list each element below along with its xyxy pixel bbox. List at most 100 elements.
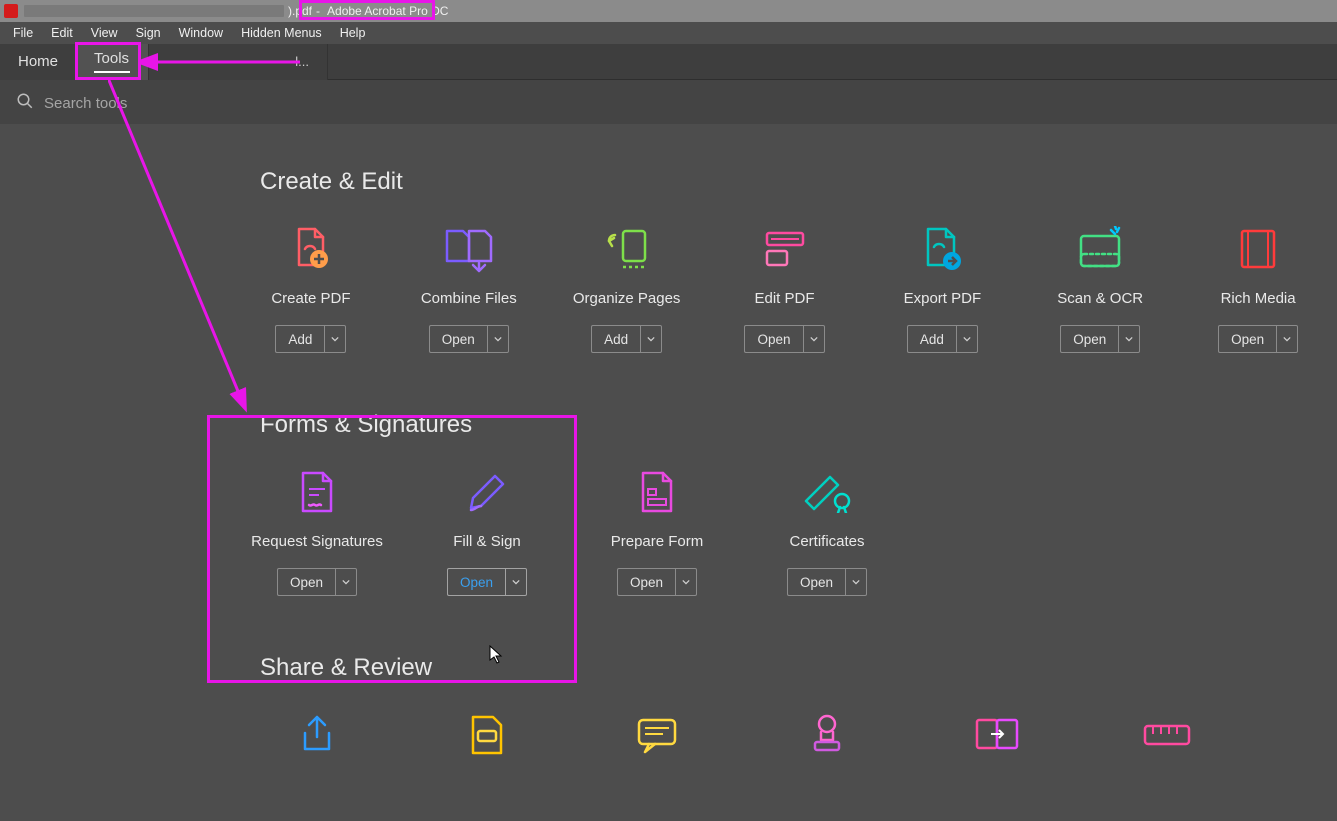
tool-action-button[interactable]: Open: [744, 325, 824, 353]
measure-icon: [1139, 710, 1195, 760]
menu-window[interactable]: Window: [170, 24, 232, 42]
document-title-area: [24, 5, 284, 17]
tool-action-button[interactable]: Open: [617, 568, 697, 596]
tool-scan-ocr[interactable]: Scan & OCR Open: [1021, 224, 1179, 353]
tool-action-dropdown[interactable]: [335, 568, 357, 596]
tool-export-pdf[interactable]: Export PDF Add: [863, 224, 1021, 353]
tool-stamp[interactable]: [742, 710, 912, 776]
tool-row-create-edit: Create PDF Add Combine Files Open Organize P…: [0, 224, 1337, 353]
section-title-forms-signatures: Forms & Signatures: [260, 411, 1337, 439]
tool-action-button[interactable]: Open: [429, 325, 509, 353]
tool-label: Request Signatures: [251, 533, 383, 550]
tool-label: Export PDF: [904, 290, 982, 307]
tool-compare[interactable]: [912, 710, 1082, 776]
tool-action-button[interactable]: Add: [275, 325, 346, 353]
tab-document[interactable]: l...: [148, 44, 328, 80]
tool-action-main[interactable]: Open: [744, 325, 802, 353]
main-tabs: Home Tools l...: [0, 44, 1337, 80]
tool-row-forms-signatures: Request SignaturesOpenFill & SignOpenPre…: [0, 467, 1337, 596]
menu-sign[interactable]: Sign: [127, 24, 170, 42]
tool-label: Combine Files: [421, 290, 517, 307]
tool-rich-media[interactable]: Rich Media Open: [1179, 224, 1337, 353]
tool-action-dropdown[interactable]: [640, 325, 662, 353]
tool-action-main[interactable]: Open: [429, 325, 487, 353]
tool-action-button[interactable]: Open: [1218, 325, 1298, 353]
titlebar: ).pdf - Adobe Acrobat Pro DC: [0, 0, 1337, 22]
tab-tools-underline: [94, 71, 130, 73]
tool-edit-pdf[interactable]: Edit PDFOpen: [706, 224, 864, 353]
tool-action-main[interactable]: Open: [1060, 325, 1118, 353]
tool-fill-sign[interactable]: Fill & Sign Open: [402, 467, 572, 596]
tab-home[interactable]: Home: [0, 44, 76, 80]
search-input[interactable]: [44, 95, 344, 112]
menu-edit[interactable]: Edit: [42, 24, 82, 42]
combine-files-icon: [441, 224, 497, 274]
tool-action-dropdown[interactable]: [845, 568, 867, 596]
titlebar-separator: -: [316, 4, 320, 18]
acrobat-app-icon: [4, 4, 18, 18]
stamp-icon: [799, 710, 855, 760]
menu-hidden-menus[interactable]: Hidden Menus: [232, 24, 331, 42]
menu-file[interactable]: File: [4, 24, 42, 42]
tab-document-label: l...: [295, 54, 309, 69]
menu-help[interactable]: Help: [331, 24, 375, 42]
fill-sign-icon: [459, 467, 515, 517]
tool-action-main[interactable]: Open: [1218, 325, 1276, 353]
tool-combine-files[interactable]: Combine Files Open: [390, 224, 548, 353]
tool-certificates[interactable]: Certificates Open: [742, 467, 912, 596]
tool-action-main[interactable]: Add: [907, 325, 956, 353]
scan-ocr-icon: [1072, 224, 1128, 274]
compare-icon: [969, 710, 1025, 760]
section-create-edit: Create & Edit Create PDF Add Combine Files…: [0, 168, 1337, 353]
tool-action-button[interactable]: Open: [447, 568, 527, 596]
tool-action-dropdown[interactable]: [487, 325, 509, 353]
section-title-create-edit: Create & Edit: [260, 168, 1337, 196]
tool-row-share-review: [0, 710, 1337, 776]
tab-tools[interactable]: Tools: [76, 44, 148, 80]
tool-action-main[interactable]: Open: [447, 568, 505, 596]
tool-measure[interactable]: [1082, 710, 1252, 776]
tab-tools-label: Tools: [94, 50, 129, 67]
tool-create-pdf[interactable]: Create PDF Add: [232, 224, 390, 353]
prepare-form-icon: [629, 467, 685, 517]
tool-action-button[interactable]: Open: [787, 568, 867, 596]
tool-request-sign[interactable]: Request Signatures Open: [232, 467, 402, 596]
tool-action-dropdown[interactable]: [1276, 325, 1298, 353]
tool-action-button[interactable]: Add: [591, 325, 662, 353]
tool-label: Organize Pages: [573, 290, 681, 307]
tool-label: Certificates: [789, 533, 864, 550]
document-extension: ).pdf: [288, 4, 312, 18]
edit-pdf-icon: [757, 224, 813, 274]
tool-comment[interactable]: [572, 710, 742, 776]
tool-action-main[interactable]: Add: [275, 325, 324, 353]
tool-action-dropdown[interactable]: [505, 568, 527, 596]
tool-action-main[interactable]: Add: [591, 325, 640, 353]
tool-action-main[interactable]: Open: [277, 568, 335, 596]
tool-action-button[interactable]: Open: [277, 568, 357, 596]
tool-action-dropdown[interactable]: [675, 568, 697, 596]
menu-view[interactable]: View: [82, 24, 127, 42]
search-row: [0, 80, 1337, 126]
share-icon: [289, 710, 345, 760]
tool-share[interactable]: [232, 710, 402, 776]
rich-media-icon: [1230, 224, 1286, 274]
section-title-share-review: Share & Review: [260, 654, 1337, 682]
tool-label: Create PDF: [271, 290, 350, 307]
tool-action-main[interactable]: Open: [787, 568, 845, 596]
tool-action-main[interactable]: Open: [617, 568, 675, 596]
tool-action-dropdown[interactable]: [1118, 325, 1140, 353]
tool-organize-pages[interactable]: Organize Pages Add: [548, 224, 706, 353]
tool-action-dropdown[interactable]: [324, 325, 346, 353]
tool-action-dropdown[interactable]: [956, 325, 978, 353]
tool-label: Scan & OCR: [1057, 290, 1143, 307]
tool-label: Rich Media: [1221, 290, 1296, 307]
tool-action-button[interactable]: Open: [1060, 325, 1140, 353]
tool-action-dropdown[interactable]: [803, 325, 825, 353]
tool-label: Fill & Sign: [453, 533, 521, 550]
tab-home-label: Home: [18, 53, 58, 70]
section-forms-signatures: Forms & Signatures Request Signatures Ope…: [0, 411, 1337, 596]
tool-prepare-form[interactable]: Prepare FormOpen: [572, 467, 742, 596]
tool-action-button[interactable]: Add: [907, 325, 978, 353]
tool-send-comments[interactable]: [402, 710, 572, 776]
app-name: Adobe Acrobat Pro DC: [327, 4, 448, 18]
